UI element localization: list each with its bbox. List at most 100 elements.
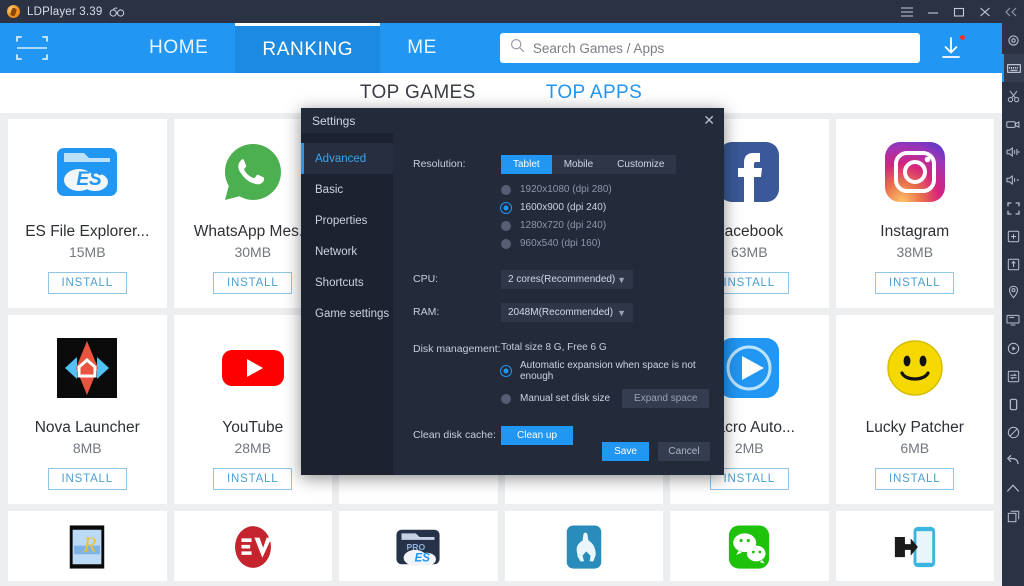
- resolution-option[interactable]: 1920x1080 (dpi 280): [501, 184, 676, 195]
- tool-rail: [1002, 23, 1024, 586]
- disk-option-label: Automatic expansion when space is not en…: [520, 360, 696, 382]
- install-button[interactable]: INSTALL: [213, 272, 293, 294]
- resolution-option[interactable]: 960x540 (dpi 160): [501, 238, 676, 249]
- app-size: 6MB: [900, 440, 930, 456]
- ram-value: 2048M(Recommended): [508, 307, 614, 318]
- disk-option-manual[interactable]: Manual set disk size Expand space: [501, 389, 710, 408]
- app-card[interactable]: PRO ES: [339, 511, 498, 581]
- dialog-sidebar: Advanced Basic Properties Network Shortc…: [301, 133, 393, 475]
- keyboard-icon[interactable]: [1002, 54, 1024, 82]
- app-card[interactable]: Nova Launcher 8MB INSTALL: [8, 315, 167, 504]
- download-icon[interactable]: [938, 34, 965, 62]
- app-size: 63MB: [730, 244, 768, 260]
- back-arrow-icon[interactable]: [1002, 446, 1024, 474]
- scissors-icon[interactable]: [1002, 82, 1024, 110]
- settings-dialog: Settings ✕ Advanced Basic Properties Net…: [301, 108, 724, 475]
- root-explorer-icon: R: [61, 521, 113, 573]
- app-card[interactable]: [835, 511, 994, 581]
- clean-cache-label: Clean disk cache:: [413, 429, 496, 441]
- app-size: 8MB: [72, 440, 102, 456]
- fullscreen-icon[interactable]: [1002, 194, 1024, 222]
- resolution-option-label: 960x540 (dpi 160): [520, 238, 601, 249]
- install-button[interactable]: INSTALL: [213, 468, 293, 490]
- dialog-nav-properties[interactable]: Properties: [301, 205, 393, 236]
- dialog-nav-game-settings[interactable]: Game settings: [301, 298, 393, 329]
- location-pin-icon[interactable]: [1002, 278, 1024, 306]
- scan-frame-icon[interactable]: [12, 33, 52, 63]
- install-button[interactable]: INSTALL: [47, 272, 127, 294]
- app-card[interactable]: [670, 511, 829, 581]
- app-size: 38MB: [896, 244, 934, 260]
- expressvpn-icon: [227, 521, 279, 573]
- install-button[interactable]: INSTALL: [875, 272, 955, 294]
- tab-top-apps[interactable]: TOP APPS: [546, 82, 643, 104]
- apk-install-icon[interactable]: [1002, 250, 1024, 278]
- minimize-button[interactable]: [920, 0, 946, 23]
- dialog-nav-basic[interactable]: Basic: [301, 174, 393, 205]
- no-entry-icon[interactable]: [1002, 418, 1024, 446]
- install-button[interactable]: INSTALL: [875, 468, 955, 490]
- nav-tab-home[interactable]: HOME: [122, 23, 235, 73]
- resolution-mode-mobile[interactable]: Mobile: [552, 155, 605, 174]
- ram-select[interactable]: 2048M(Recommended) ▼: [501, 303, 633, 322]
- app-name: ES File Explorer...: [25, 223, 150, 240]
- install-button[interactable]: INSTALL: [47, 468, 127, 490]
- expand-space-button[interactable]: Expand space: [622, 389, 710, 408]
- youtube-icon: [216, 331, 290, 405]
- app-card[interactable]: R: [8, 511, 167, 581]
- disk-row: Disk management: Total size 8 G, Free 6 …: [413, 340, 710, 408]
- resolution-row: Resolution: Tablet Mobile Customize 1920…: [413, 155, 710, 249]
- nav-tabs: HOME RANKING ME: [122, 23, 464, 73]
- home-icon[interactable]: [1002, 474, 1024, 502]
- whatsapp-icon: [216, 135, 290, 209]
- play-circle-icon[interactable]: [1002, 334, 1024, 362]
- rotate-screen-icon[interactable]: [1002, 390, 1024, 418]
- lucky-patcher-icon: [878, 331, 952, 405]
- save-button[interactable]: Save: [602, 442, 649, 461]
- add-box-icon[interactable]: [1002, 222, 1024, 250]
- tab-top-games[interactable]: TOP GAMES: [360, 82, 476, 104]
- app-card[interactable]: Lucky Patcher 6MB INSTALL: [835, 315, 994, 504]
- app-card[interactable]: Instagram 38MB INSTALL: [835, 119, 994, 308]
- resolution-mode-customize[interactable]: Customize: [605, 155, 676, 174]
- clean-up-button[interactable]: Clean up: [501, 426, 574, 445]
- title-bar: LDPlayer 3.39: [0, 0, 1024, 23]
- resolution-option[interactable]: 1280x720 (dpi 240): [501, 220, 676, 231]
- app-name: Instagram: [880, 223, 950, 240]
- close-button[interactable]: [972, 0, 998, 23]
- dialog-nav-shortcuts[interactable]: Shortcuts: [301, 267, 393, 298]
- gear-icon[interactable]: [1002, 26, 1024, 54]
- app-card[interactable]: ES ES File Explorer... 15MB INSTALL: [8, 119, 167, 308]
- dialog-title: Settings: [312, 113, 356, 128]
- resolution-option[interactable]: 1600x900 (dpi 240): [501, 202, 676, 213]
- cpu-row: CPU: 2 cores(Recommended) ▼: [413, 270, 710, 289]
- app-name: Nova Launcher: [34, 419, 140, 436]
- maximize-button[interactable]: [946, 0, 972, 23]
- app-card[interactable]: [173, 511, 332, 581]
- menu-button[interactable]: [894, 0, 920, 23]
- nav-tab-ranking[interactable]: RANKING: [235, 23, 381, 73]
- dialog-nav-network[interactable]: Network: [301, 236, 393, 267]
- resolution-mode-tablet[interactable]: Tablet: [501, 155, 552, 174]
- nav-tab-me[interactable]: ME: [380, 23, 464, 73]
- cancel-button[interactable]: Cancel: [658, 442, 710, 461]
- app-title: LDPlayer 3.39: [27, 5, 103, 18]
- svg-text:ES: ES: [415, 552, 431, 564]
- cpu-select[interactable]: 2 cores(Recommended) ▼: [501, 270, 633, 289]
- ldplayer-logo-icon: [7, 5, 20, 18]
- collapse-rail-button[interactable]: [998, 0, 1024, 23]
- volume-up-icon[interactable]: [1002, 138, 1024, 166]
- close-icon[interactable]: ✕: [703, 112, 715, 129]
- wechat-icon: [723, 521, 775, 573]
- app-size: 15MB: [68, 244, 106, 260]
- monitor-icon[interactable]: [1002, 306, 1024, 334]
- volume-down-icon[interactable]: [1002, 166, 1024, 194]
- sync-arrows-icon[interactable]: [1002, 362, 1024, 390]
- video-camera-icon[interactable]: [1002, 110, 1024, 138]
- app-card[interactable]: [504, 511, 663, 581]
- search-input[interactable]: Search Games / Apps: [499, 33, 920, 63]
- disk-option-auto[interactable]: Automatic expansion when space is not en…: [501, 360, 710, 382]
- recents-icon[interactable]: [1002, 502, 1024, 530]
- glasses-icon: [109, 6, 125, 17]
- dialog-nav-advanced[interactable]: Advanced: [301, 143, 393, 174]
